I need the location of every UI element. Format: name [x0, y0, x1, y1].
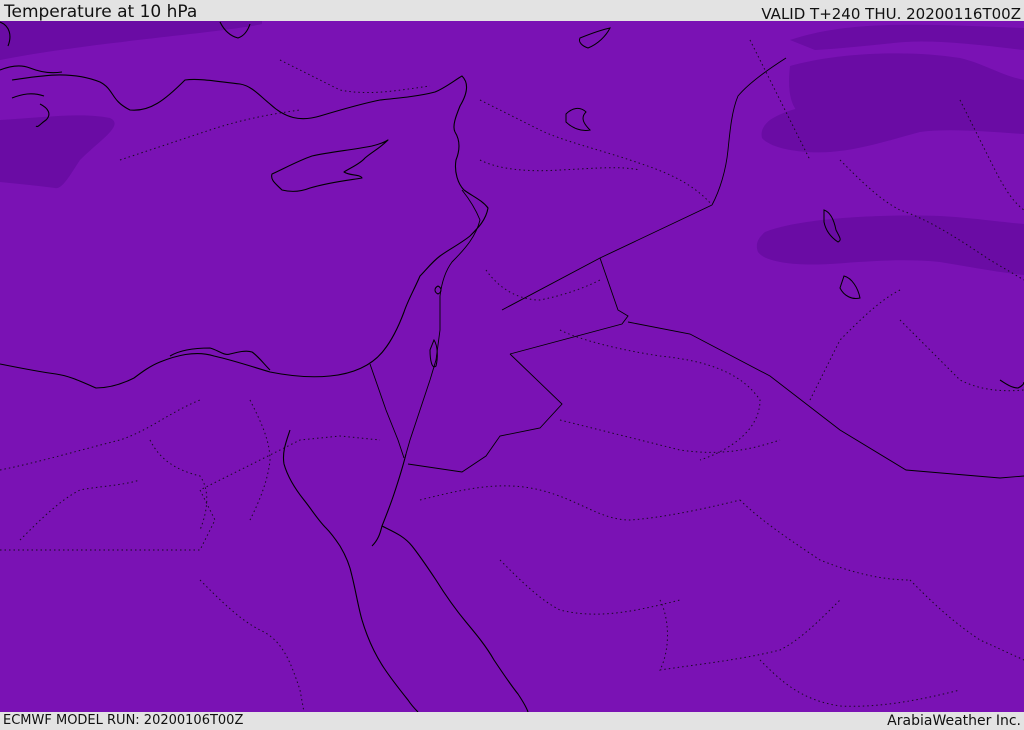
credit: ArabiaWeather Inc.: [887, 713, 1021, 729]
temperature-map: [0, 21, 1024, 712]
map-title: Temperature at 10 hPa: [4, 2, 198, 22]
top-bar: Temperature at 10 hPa VALID T+240 THU. 2…: [0, 0, 1024, 23]
bottom-bar: ECMWF MODEL RUN: 20200106T00Z ArabiaWeat…: [0, 712, 1024, 729]
model-run: ECMWF MODEL RUN: 20200106T00Z: [3, 713, 244, 728]
